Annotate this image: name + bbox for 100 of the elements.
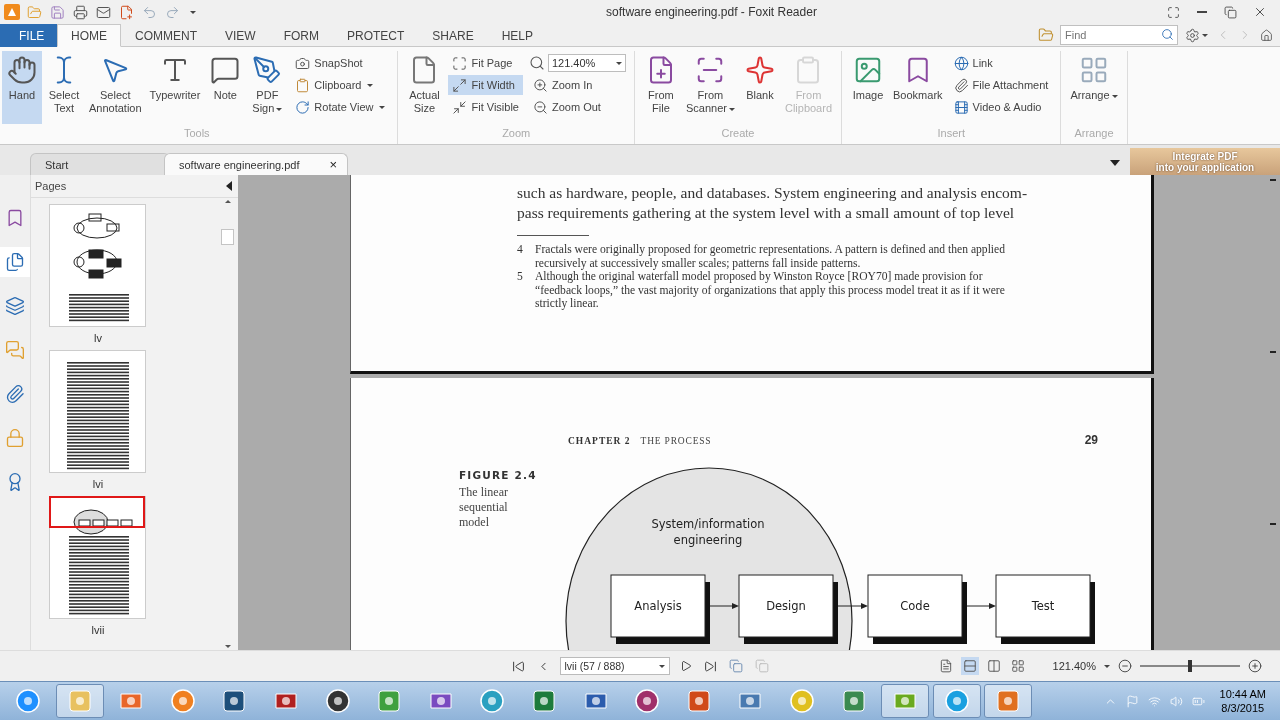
caret-icon (1202, 33, 1208, 37)
home-icon (1260, 28, 1273, 42)
settings-button[interactable] (1184, 26, 1209, 44)
ribbon-button[interactable]: Typewriter (146, 51, 204, 124)
app-icon (788, 688, 815, 714)
ribbon-button[interactable]: From File (640, 51, 681, 124)
slider-thumb[interactable] (1188, 660, 1192, 672)
ribbon-button[interactable]: Note (205, 51, 246, 124)
file-menu-button[interactable]: FILE (0, 24, 57, 47)
find-field[interactable]: Find (1060, 25, 1178, 45)
clipboard-icon (295, 77, 311, 93)
tab-list-caret[interactable] (1110, 160, 1120, 166)
menu-tab[interactable]: HELP (487, 24, 548, 47)
footnote-number: 5 (517, 270, 524, 286)
ribbon-button[interactable]: Image (848, 51, 889, 124)
ribbon-small-button[interactable]: Fit Visible (448, 97, 523, 117)
document-tab[interactable]: software engineering.pdf × (164, 153, 349, 175)
app-icon (685, 688, 712, 714)
ribbon-button[interactable]: Hand (2, 51, 42, 124)
quick-access-button[interactable] (118, 3, 135, 21)
ribbon-small-button[interactable]: File Attachment (949, 75, 1053, 95)
diagram-label: System/information (651, 517, 765, 531)
lock-icon (5, 428, 25, 448)
ribbon-small-button[interactable]: Link (949, 53, 1053, 73)
rotate-icon (295, 99, 311, 115)
ribbon-small-button[interactable]: Fit Width (448, 75, 523, 95)
document-scrollbar[interactable] (1265, 175, 1280, 650)
app-icon (376, 688, 403, 714)
next-view-icon (754, 659, 769, 673)
window-title: software engineering.pdf - Foxit Reader (606, 5, 817, 19)
home-button[interactable] (1259, 27, 1274, 43)
group-label: Arrange (1073, 127, 1115, 141)
ribbon-button[interactable]: Actual Size (404, 51, 445, 124)
thumbnail-item[interactable]: lvii (49, 496, 147, 636)
menu-tab[interactable]: PROTECT (333, 24, 419, 47)
ribbon-button[interactable]: Arrange (1067, 51, 1121, 124)
save-icon (50, 4, 65, 20)
search-icon (528, 55, 545, 71)
fit-page-icon (452, 55, 468, 71)
fit-visible-icon (452, 99, 468, 115)
thumbnail-item[interactable]: lv (49, 204, 147, 344)
view-mode-button[interactable] (960, 657, 979, 675)
restore-button[interactable] (1223, 4, 1238, 20)
zoom-in-icon (532, 77, 548, 93)
arrow (709, 603, 739, 609)
app-icon (995, 688, 1022, 714)
zoom-in-button[interactable] (1246, 657, 1264, 675)
ribbon-button[interactable]: From Scanner (682, 51, 738, 124)
menu-tab[interactable]: VIEW (211, 24, 270, 47)
menu-tab[interactable]: FORM (269, 24, 333, 47)
ribbon-small-button[interactable]: Zoom In (528, 75, 626, 95)
previous-view-icon (728, 659, 743, 673)
app-logo-icon (4, 4, 20, 20)
clock[interactable]: 10:44 AM 8/3/2015 (1213, 687, 1276, 715)
settings-icon (1185, 27, 1200, 43)
first-page-icon (511, 659, 525, 673)
network-icon[interactable] (1147, 694, 1161, 708)
app-icon (840, 688, 867, 714)
caret-icon (658, 664, 665, 668)
thumbnail-item[interactable]: lvi (49, 350, 147, 490)
app-icon (634, 688, 661, 714)
fit-width-icon (452, 77, 468, 93)
mail-icon (96, 4, 111, 20)
panel-title: Pages (35, 180, 67, 192)
zoom-combo[interactable]: 121.40% (547, 54, 626, 72)
menu-tab[interactable]: SHARE (418, 24, 488, 47)
sidebar-button[interactable] (0, 247, 30, 277)
ribbon-small-button[interactable]: Clipboard (291, 75, 390, 95)
ribbon-small-button[interactable]: Video & Audio (949, 97, 1053, 117)
group-label: Insert (936, 127, 966, 141)
page-field[interactable]: lvii (57 / 888) (559, 657, 670, 675)
zoom-out-icon (1118, 659, 1132, 673)
ribbon-small-button[interactable]: Zoom Out (528, 97, 626, 117)
ribbon-small-button[interactable]: SnapShot (291, 53, 390, 73)
caret-icon (615, 61, 622, 65)
quick-access-button[interactable] (72, 3, 89, 21)
menu-tab[interactable]: HOME (57, 24, 121, 47)
collapse-button[interactable] (226, 181, 232, 191)
ribbon-button[interactable]: Select Annotation (86, 51, 145, 124)
zoom-level[interactable]: 121.40% (1052, 660, 1096, 672)
group-label: Create (720, 127, 756, 141)
caret-icon (190, 10, 196, 14)
scrollbar[interactable] (221, 198, 234, 650)
ribbon-button[interactable]: Bookmark (890, 51, 946, 124)
app-icon (943, 688, 970, 714)
ribbon-button[interactable]: Blank (739, 51, 780, 124)
zoom-out-button[interactable] (1116, 657, 1134, 675)
ribbon-small-button[interactable]: Fit Page (448, 53, 523, 73)
ribbon-button[interactable]: Select Text (44, 51, 84, 124)
fullscreen-button[interactable] (1166, 4, 1181, 20)
figure-caption: The linear sequential model (459, 485, 509, 530)
ribbon-button[interactable]: PDF Sign (247, 51, 288, 124)
ribbon-small-button[interactable]: Rotate View (291, 97, 390, 117)
folder-icon (27, 4, 42, 20)
fullscreen-icon (1167, 5, 1180, 19)
pen-icon (252, 55, 283, 85)
chapter-title: THE PROCESS (640, 436, 712, 446)
app-icon (221, 688, 248, 714)
menu-tab[interactable]: COMMENT (121, 24, 211, 47)
app-icon (324, 688, 351, 714)
